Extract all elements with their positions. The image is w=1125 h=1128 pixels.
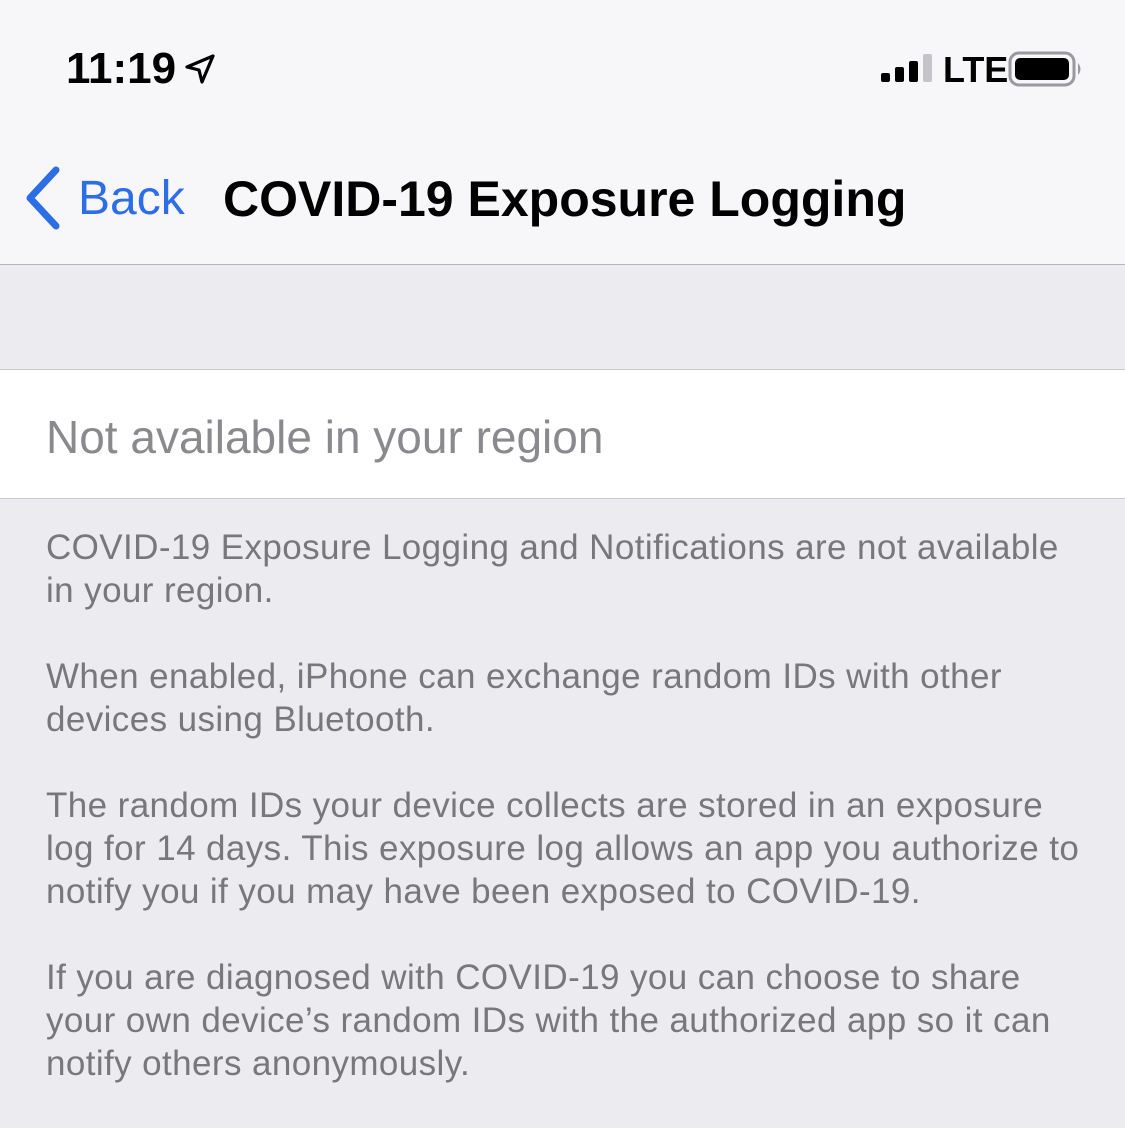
footer-paragraph: COVID-19 Exposure Logging and Notificati… [46,528,1059,610]
battery-icon [1008,51,1081,87]
section-spacer [0,265,1125,369]
cellular-signal-icon [881,54,932,82]
footer-paragraph: If you are diagnosed with COVID-19 you c… [46,958,1051,1083]
availability-status-cell: Not available in your region [0,369,1125,499]
network-type-label: LTE [943,49,1009,90]
back-button-label: Back [78,171,185,225]
page-title: COVID-19 Exposure Logging [223,171,907,227]
footer-paragraph: The random IDs your device collects are … [46,786,1080,911]
status-bar: 11:19 LTE [0,0,1125,130]
availability-status-label: Not available in your region [46,411,604,463]
status-time: 11:19 [66,44,177,93]
footer-paragraph: When enabled, iPhone can exchange random… [46,657,1002,739]
location-arrow-icon [185,54,215,84]
section-footer-description: COVID-19 Exposure Logging and Notificati… [46,526,1086,1128]
navigation-bar: Back COVID-19 Exposure Logging [0,130,1125,265]
chevron-left-icon [26,166,60,230]
back-button[interactable]: Back [22,163,185,233]
